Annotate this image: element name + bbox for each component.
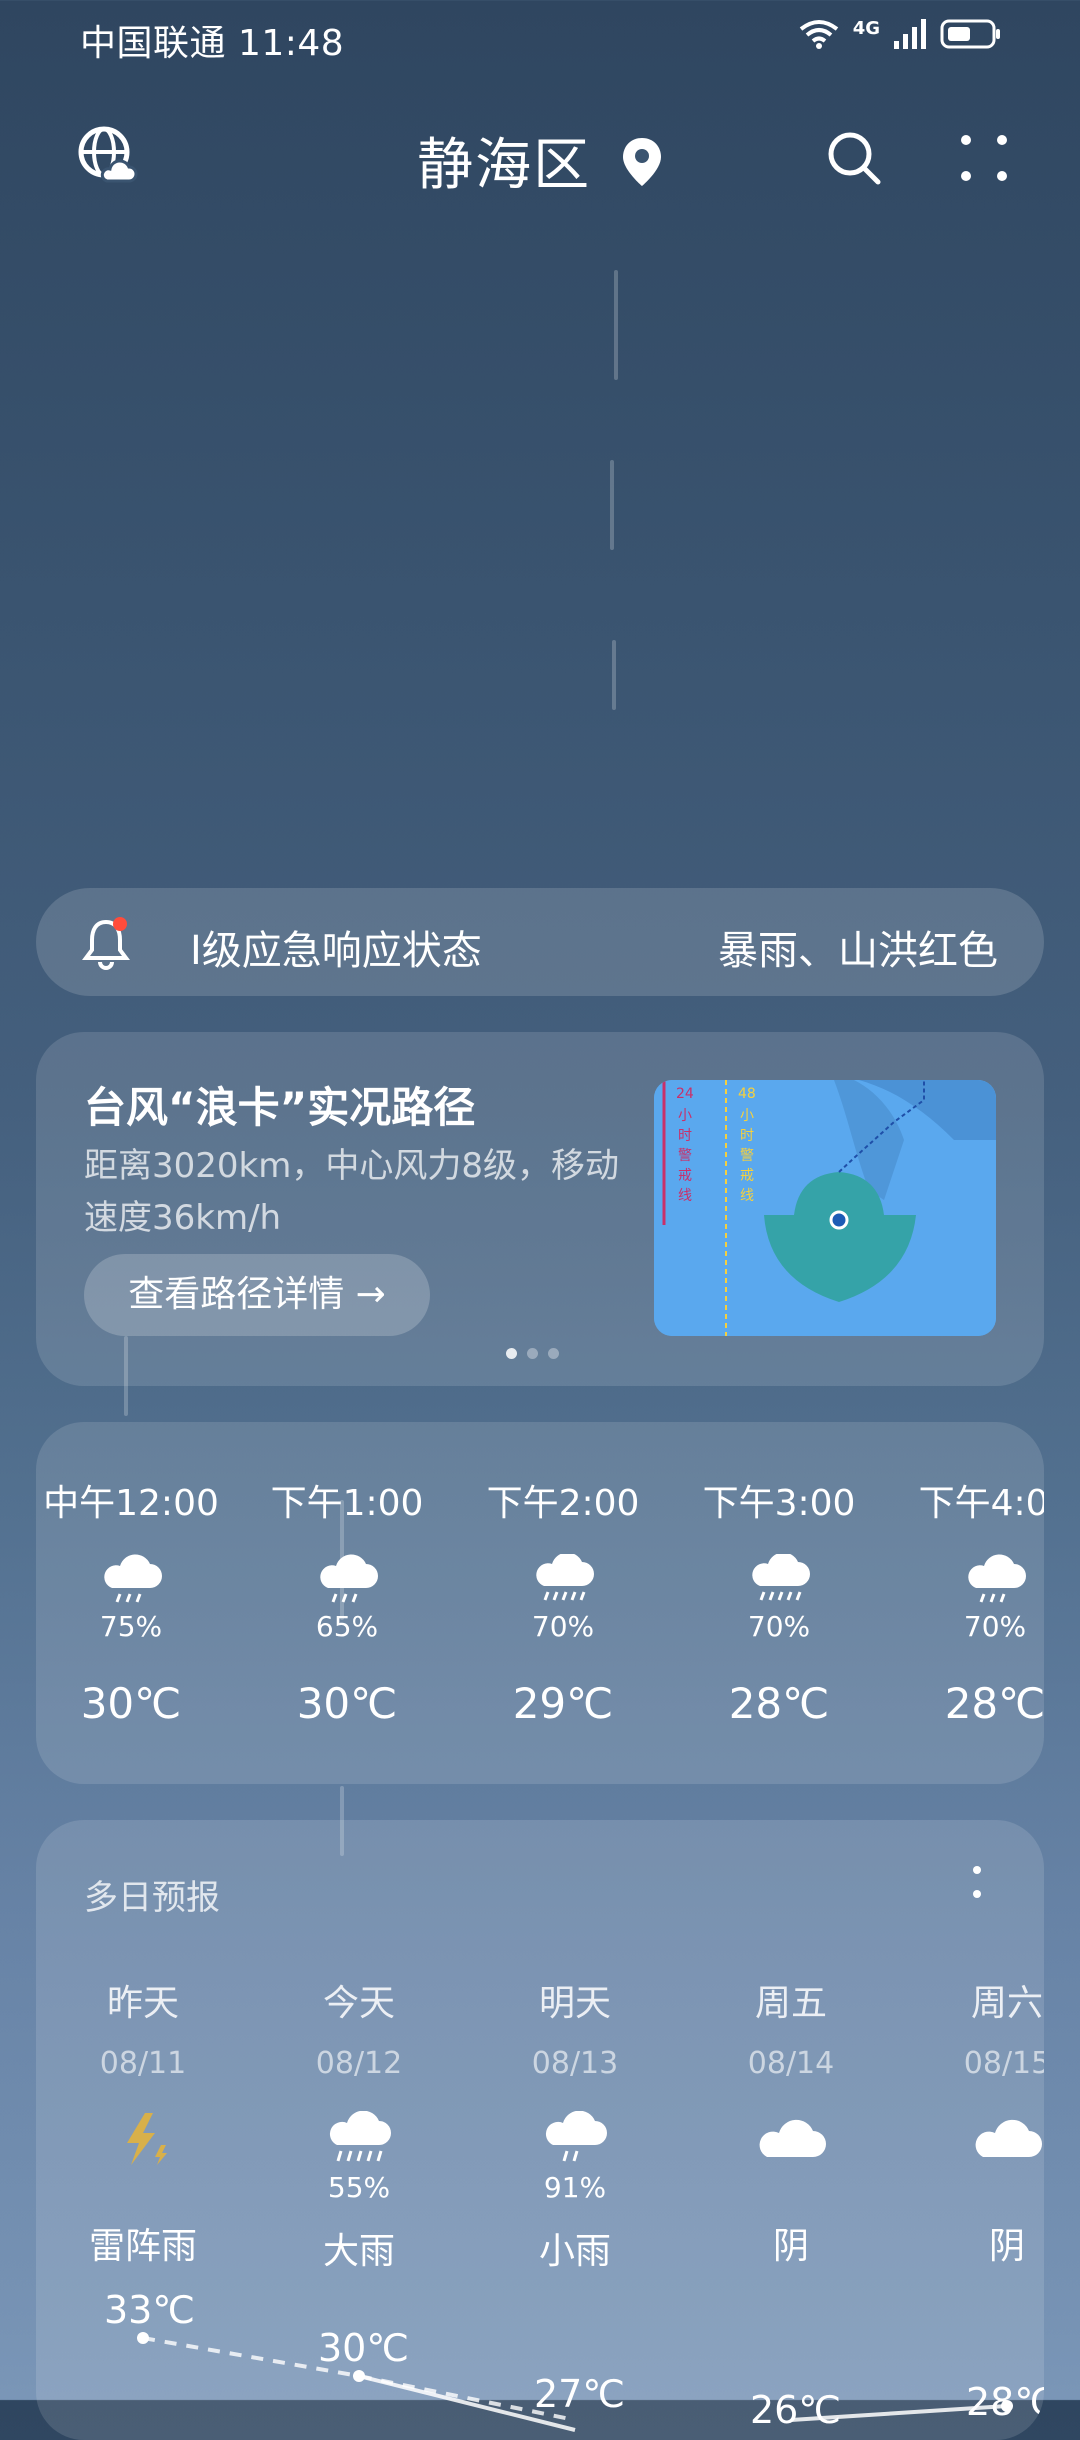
carrier-time: 中国联通 11:48 <box>80 23 345 64</box>
carousel-dot <box>548 1348 559 1359</box>
svg-text:戒: 戒 <box>678 1168 692 1184</box>
hour-time: 下午3:00 <box>702 1483 856 1524</box>
network-label: 4G <box>852 17 880 39</box>
hour-time: 下午4:00 <box>918 1483 1044 1524</box>
top-bar: 静海区 <box>0 110 1080 206</box>
hour-precip: 65% <box>315 1610 379 1643</box>
carousel-indicator <box>506 1348 559 1359</box>
day-high-temp: 33℃ <box>104 2288 196 2332</box>
hour-item: 下午4:00 70% 28℃ <box>900 1474 1044 1728</box>
svg-text:小: 小 <box>740 1108 754 1124</box>
svg-text:线: 线 <box>740 1188 754 1204</box>
rain-streak <box>612 640 616 710</box>
carousel-dot <box>506 1348 517 1359</box>
wifi-icon <box>799 20 838 49</box>
typhoon-title: 台风“浪卡”实况路径 <box>84 1083 476 1132</box>
search-button[interactable] <box>818 122 890 194</box>
rain-icon <box>104 1554 162 1603</box>
svg-text:时: 时 <box>740 1128 754 1144</box>
rain-streak <box>614 270 618 380</box>
svg-text:小: 小 <box>678 1108 692 1124</box>
hourly-forecast[interactable]: 中午12:00 75% 30℃ 下午1:00 65% 30℃ 下午2:00 70… <box>36 1422 1044 1784</box>
day-high-temp: 26℃ <box>750 2388 842 2432</box>
hour-temp: 30℃ <box>80 1679 182 1728</box>
hour-precip: 70% <box>747 1610 811 1643</box>
rain-icon <box>968 1554 1026 1603</box>
hour-time: 下午1:00 <box>270 1483 424 1524</box>
hour-time: 中午12:00 <box>43 1483 219 1524</box>
svg-text:24: 24 <box>676 1086 694 1102</box>
day-high-temp: 30℃ <box>318 2326 410 2370</box>
hour-precip: 70% <box>963 1610 1027 1643</box>
typhoon-card[interactable]: 台风“浪卡”实况路径 距离3020km，中心风力8级，移动速度36km/h 查看… <box>36 1032 1044 1386</box>
search-icon <box>828 132 881 185</box>
hour-item: 下午2:00 70% 29℃ <box>468 1474 658 1728</box>
more-menu-button[interactable] <box>948 122 1020 194</box>
battery-icon <box>940 19 1000 49</box>
status-bar: 中国联通 11:48 4G <box>0 0 1080 76</box>
typhoon-map[interactable]: 24 小时警戒线 48 小时警戒线 <box>654 1080 996 1336</box>
view-path-button[interactable]: 查看路径详情 → <box>84 1254 430 1336</box>
svg-text:时: 时 <box>678 1128 692 1144</box>
typhoon-map-graphic: 24小时警戒线 48小时警戒线 <box>654 1080 996 1336</box>
hour-temp: 28℃ <box>944 1679 1044 1728</box>
hour-time: 下午2:00 <box>486 1483 640 1524</box>
temp-point <box>137 2332 149 2344</box>
hour-precip: 75% <box>99 1610 163 1643</box>
day-high-temp: 28℃ <box>966 2380 1044 2424</box>
rain-icon <box>320 1554 378 1603</box>
hour-precip: 70% <box>531 1610 595 1643</box>
location-name: 静海区 <box>417 133 592 198</box>
hour-temp: 30℃ <box>296 1679 398 1728</box>
heavy-rain-icon <box>752 1552 810 1601</box>
alert-level-text: Ⅰ级应急响应状态 <box>190 928 482 974</box>
rain-streak <box>610 460 614 550</box>
four-dots-icon <box>961 135 1007 181</box>
svg-text:戒: 戒 <box>740 1168 754 1184</box>
hour-item: 中午12:00 75% 30℃ <box>36 1474 226 1728</box>
location-pin-icon <box>622 138 661 186</box>
heavy-rain-icon <box>536 1552 594 1601</box>
warning-banner[interactable]: Ⅰ级应急响应状态 暴雨、山洪红色 <box>36 888 1044 996</box>
high-temp-trend <box>137 2332 1013 2432</box>
bell-icon <box>82 917 130 970</box>
hour-temp: 29℃ <box>512 1679 614 1728</box>
svg-text:线: 线 <box>678 1188 692 1204</box>
status-icons: 4G <box>799 18 1002 50</box>
day-high-temp: 27℃ <box>534 2372 626 2416</box>
signal-icon <box>894 19 926 49</box>
svg-text:警: 警 <box>678 1148 692 1164</box>
carousel-dot <box>527 1348 538 1359</box>
hour-item: 下午3:00 70% 28℃ <box>684 1474 874 1728</box>
location-title[interactable]: 静海区 <box>0 120 1080 201</box>
typhoon-description: 距离3020km，中心风力8级，移动速度36km/h <box>84 1146 619 1238</box>
daily-forecast[interactable]: 多日预报 昨天 08/11 雷阵雨 今天 08/12 55% 大雨 明天 08/… <box>36 1820 1044 2440</box>
hour-item: 下午1:00 65% 30℃ <box>252 1474 442 1728</box>
svg-text:警: 警 <box>740 1148 754 1164</box>
svg-text:48: 48 <box>738 1086 756 1102</box>
temp-point <box>353 2370 365 2382</box>
alert-warning-text: 暴雨、山洪红色 <box>718 928 998 974</box>
hour-temp: 28℃ <box>728 1679 830 1728</box>
